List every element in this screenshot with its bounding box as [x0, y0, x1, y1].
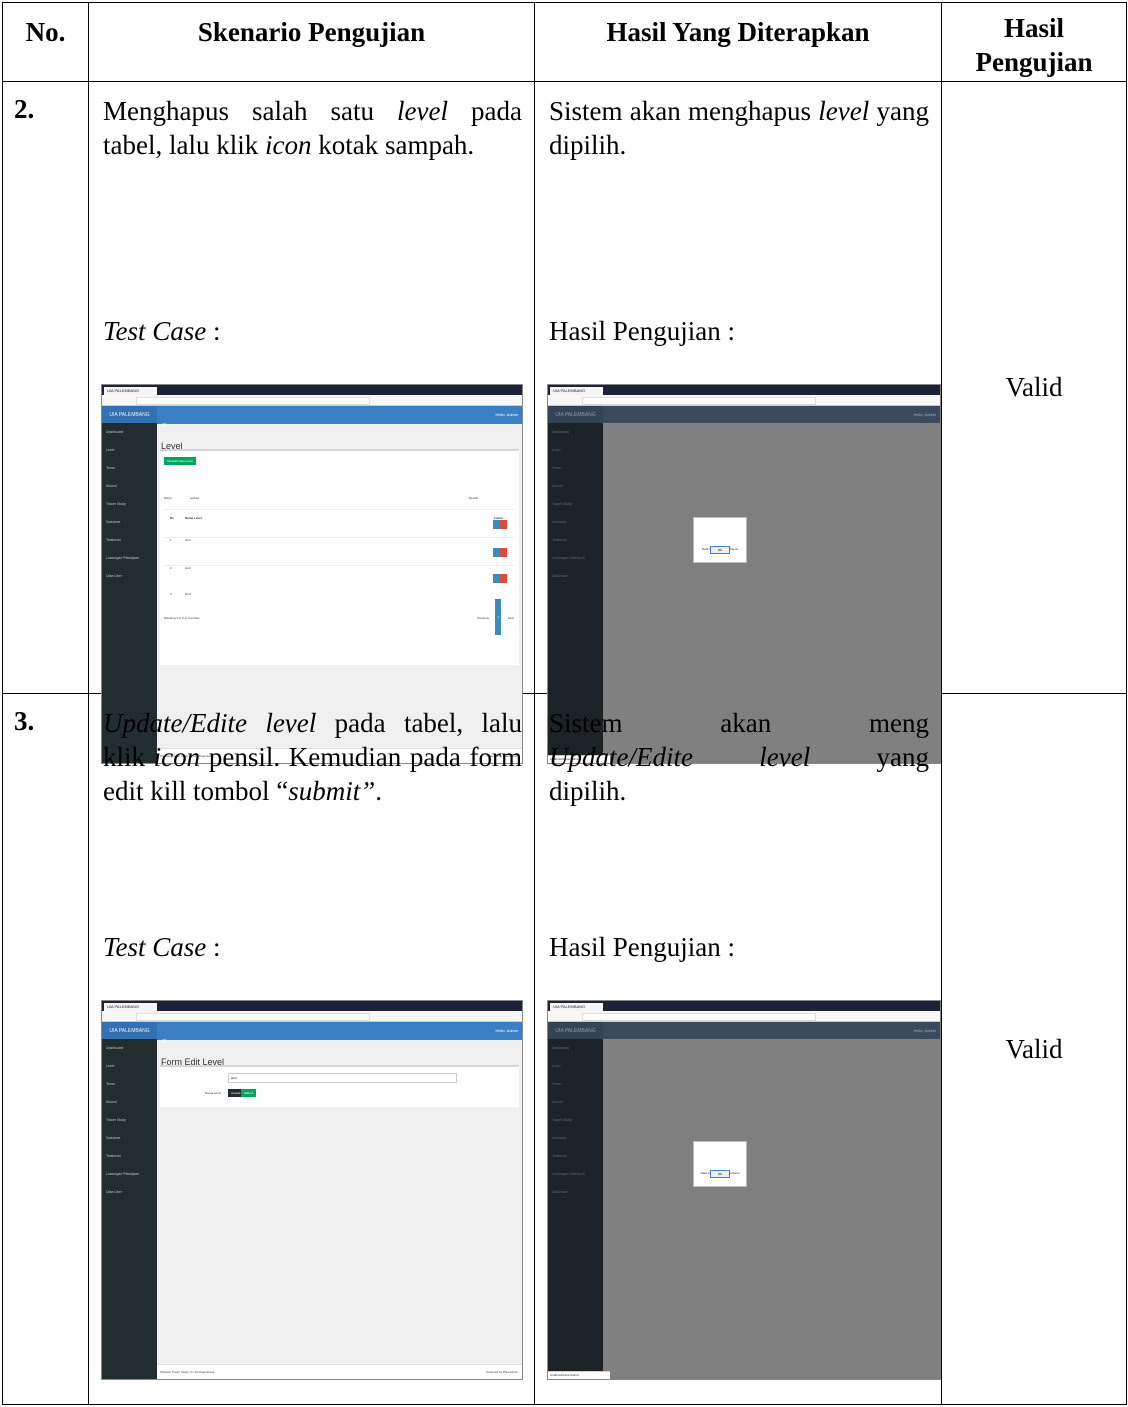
- hasil-pengujian-label: Hasil Pengujian :: [549, 316, 735, 346]
- scenario-cell: Menghapus salah satu level pada tabel, l…: [88, 81, 535, 764]
- screenshot-edit-form: UIA PALEMBANG ← → ⟳ ⌂☰ UIA PALEMBANG≡Hel…: [101, 1000, 523, 1380]
- browser-tab: UIA PALEMBANG: [104, 387, 157, 395]
- level-table-box: Tambah Data Level Show entries Search: N…: [160, 449, 519, 665]
- row-number: 3.: [2, 693, 89, 1405]
- nama-level-input: ALU: [228, 1073, 457, 1083]
- result-text: Sistem akan menghapus level yang dipilih…: [549, 96, 929, 160]
- header-hasil-line2: Pengujian: [975, 47, 1093, 77]
- address-bar: [136, 397, 370, 405]
- header-hasil-pengujian: Hasil Pengujian: [941, 2, 1127, 82]
- header-no: No.: [2, 2, 89, 82]
- table-row: 2. Menghapus salah satu level pada tabel…: [2, 81, 1127, 764]
- submit-button: Submit: [241, 1089, 257, 1097]
- modal-overlay: [603, 1039, 940, 1379]
- ok-button: OK: [710, 1170, 730, 1178]
- add-level-button: Tambah Data Level: [164, 457, 196, 465]
- header-hasil-diterapkan: Hasil Yang Diterapkan: [534, 2, 942, 82]
- test-case-label: Test Case :: [103, 932, 221, 962]
- brand: UIA PALEMBANG: [102, 406, 157, 424]
- result-line-2: Update/Edite level yang: [549, 742, 929, 772]
- scenario-cell: Update/Edite level pada tabel, lalu klik…: [88, 693, 535, 1405]
- scenario-text: Update/Edite level pada tabel, lalu klik…: [103, 708, 522, 806]
- ok-button: OK: [710, 546, 730, 554]
- hasil-pengujian-label: Hasil Pengujian :: [549, 932, 735, 962]
- status-valid: Valid: [941, 81, 1127, 694]
- test-table: No. Skenario Pengujian Hasil Yang Ditera…: [2, 2, 1127, 1405]
- scenario-text: Menghapus salah satu level pada tabel, l…: [103, 96, 523, 160]
- result-line-1: Sistem akan meng: [549, 708, 929, 738]
- header-hasil-line1: Hasil: [1003, 13, 1064, 43]
- result-cell: Sistem akan menghapus level yang dipilih…: [534, 81, 942, 764]
- hello-admin: Hello, Admin: [495, 412, 518, 417]
- alert-dialog: Data level berhasil diperbarui OK: [693, 1141, 747, 1187]
- row-number: 2.: [2, 81, 89, 694]
- header-row: No. Skenario Pengujian Hasil Yang Ditera…: [2, 2, 1127, 82]
- status-valid: Valid: [941, 693, 1127, 1405]
- screenshot-update-result: UIA PALEMBANG ← → ✕ ⌂☰ UIA PALEMBANG≡Hel…: [547, 1000, 941, 1380]
- result-cell: Sistem akan meng Update/Edite level yang dip…: [534, 693, 942, 1405]
- alert-dialog: Data level berhasil dihapus OK: [693, 517, 747, 563]
- test-case-label: Test Case :: [103, 316, 221, 346]
- header-skenario: Skenario Pengujian: [88, 2, 535, 82]
- result-line-3: dipilih.: [549, 776, 627, 806]
- table-row: 3. Update/Edite level pada tabel, lalu k…: [2, 693, 1127, 1405]
- edit-form-box: Nama Level ALU Cancel Submit: [160, 1065, 519, 1107]
